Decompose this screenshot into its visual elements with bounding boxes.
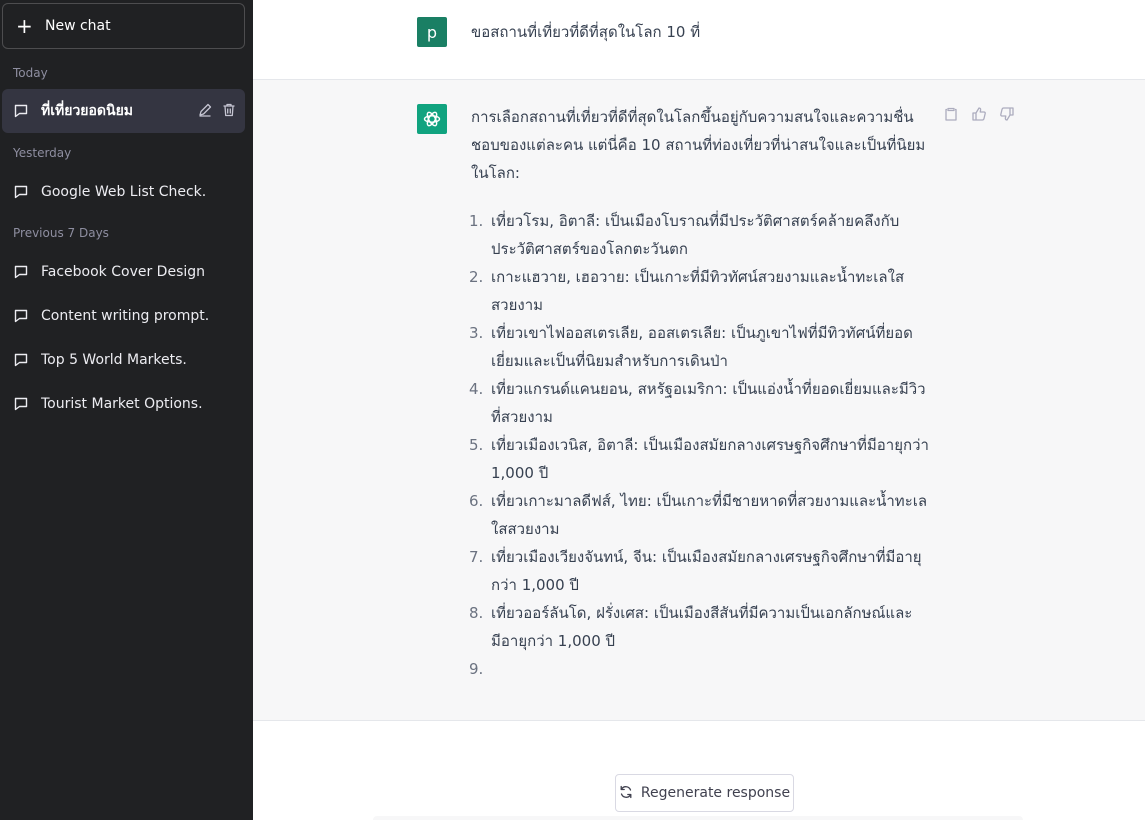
clipboard-icon[interactable]	[943, 106, 959, 122]
list-number: 6.	[469, 492, 484, 510]
message-actions	[943, 106, 1015, 122]
assistant-message-row: การเลือกสถานที่เที่ยวที่ดีที่สุดในโลกขึ้…	[253, 80, 1145, 721]
list-number: 5.	[469, 436, 484, 454]
chat-bubble-icon	[13, 103, 29, 119]
list-item: 7. เที่ยวเมืองเวียงจันทน์, จีน: เป็นเมือง…	[469, 543, 931, 599]
list-number: 9.	[469, 660, 484, 678]
user-avatar: p	[417, 17, 447, 47]
conversation-title: Facebook Cover Design	[41, 264, 206, 280]
list-item: 4. เที่ยวแกรนด์แคนยอน, สหรัฐอเมริกา: เป็น…	[469, 375, 931, 431]
section-label-today: Today	[13, 66, 48, 80]
section-label-previous-7-days: Previous 7 Days	[13, 226, 109, 240]
chat-main: p ขอสถานที่เที่ยวที่ดีที่สุดในโลก 10 ที่…	[253, 0, 1145, 820]
list-item: 1. เที่ยวโรม, อิตาลี: เป็นเมืองโบราณที่มี…	[469, 207, 931, 263]
refresh-icon	[619, 784, 633, 803]
list-item: 3. เที่ยวเขาไฟออสเตรเลีย, ออสเตรเลีย: เป็…	[469, 319, 931, 375]
thumbs-up-icon[interactable]	[971, 106, 987, 122]
sidebar: + New chat Today ที่เที่ยวยอดนิยม Yester…	[0, 0, 253, 820]
list-number: 7.	[469, 548, 484, 566]
list-item: 9.	[469, 655, 931, 683]
plus-icon: +	[16, 14, 33, 38]
pencil-icon[interactable]	[197, 102, 213, 118]
new-chat-label: New chat	[45, 18, 111, 34]
conversation-title: Google Web List Check.	[41, 184, 207, 200]
sidebar-conversation-active[interactable]: ที่เที่ยวยอดนิยม	[2, 89, 245, 133]
section-label-yesterday: Yesterday	[13, 146, 72, 160]
chat-bubble-icon	[13, 352, 29, 368]
conversation-title: ที่เที่ยวยอดนิยม	[41, 103, 134, 119]
list-number: 1.	[469, 212, 484, 230]
list-text: เที่ยวโรม, อิตาลี: เป็นเมืองโบราณที่มีปร…	[491, 212, 900, 258]
sidebar-conversation[interactable]: Top 5 World Markets.	[2, 338, 245, 382]
list-number: 8.	[469, 604, 484, 622]
destination-list: 1. เที่ยวโรม, อิตาลี: เป็นเมืองโบราณที่มี…	[469, 207, 931, 683]
sidebar-conversation[interactable]: Tourist Market Options.	[2, 382, 245, 426]
list-item: 8. เที่ยวออร์ลันโด, ฝรั่งเศส: เป็นเมืองสี…	[469, 599, 931, 655]
conversation-title: Top 5 World Markets.	[41, 352, 187, 368]
list-text: เที่ยวเมืองเวียงจันทน์, จีน: เป็นเมืองสม…	[491, 548, 922, 594]
list-text: เที่ยวแกรนด์แคนยอน, สหรัฐอเมริกา: เป็นแอ…	[491, 380, 926, 426]
list-number: 4.	[469, 380, 484, 398]
user-message-row: p ขอสถานที่เที่ยวที่ดีที่สุดในโลก 10 ที่	[253, 0, 1145, 80]
list-number: 2.	[469, 268, 484, 286]
thumbs-down-icon[interactable]	[999, 106, 1015, 122]
chat-bubble-icon	[13, 184, 29, 200]
message-input-edge	[373, 816, 1023, 820]
assistant-message: การเลือกสถานที่เที่ยวที่ดีที่สุดในโลกขึ้…	[469, 103, 931, 683]
list-text: เที่ยวเขาไฟออสเตรเลีย, ออสเตรเลีย: เป็นภ…	[491, 324, 913, 370]
list-item: 2. เกาะแฮวาย, เฮอวาย: เป็นเกาะที่มีทิวทัศ…	[469, 263, 931, 319]
chat-bubble-icon	[13, 264, 29, 280]
assistant-intro: การเลือกสถานที่เที่ยวที่ดีที่สุดในโลกขึ้…	[471, 108, 926, 182]
sidebar-conversation[interactable]: Content writing prompt.	[2, 294, 245, 338]
openai-logo-icon	[417, 104, 447, 134]
regenerate-label: Regenerate response	[640, 785, 791, 801]
list-text: เที่ยวเกาะมาลดีฟส์, ไทย: เป็นเกาะที่มีชา…	[491, 492, 928, 538]
chat-bubble-icon	[13, 396, 29, 412]
sidebar-conversation[interactable]: Facebook Cover Design	[2, 250, 245, 294]
conversation-title: Tourist Market Options.	[41, 396, 203, 412]
list-item: 5. เที่ยวเมืองเวนิส, อิตาลี: เป็นเมืองสมั…	[469, 431, 931, 487]
list-number: 3.	[469, 324, 484, 342]
trash-icon[interactable]	[221, 102, 237, 118]
regenerate-button[interactable]: Regenerate response	[615, 774, 794, 812]
new-chat-button[interactable]: + New chat	[2, 3, 245, 49]
list-text: เที่ยวออร์ลันโด, ฝรั่งเศส: เป็นเมืองสีสั…	[491, 604, 913, 650]
list-item: 6. เที่ยวเกาะมาลดีฟส์, ไทย: เป็นเกาะที่มี…	[469, 487, 931, 543]
list-text: เกาะแฮวาย, เฮอวาย: เป็นเกาะที่มีทิวทัศน์…	[491, 268, 905, 314]
conversation-title: Content writing prompt.	[41, 308, 210, 324]
user-message: ขอสถานที่เที่ยวที่ดีที่สุดในโลก 10 ที่	[471, 23, 701, 41]
chat-bubble-icon	[13, 308, 29, 324]
list-text: เที่ยวเมืองเวนิส, อิตาลี: เป็นเมืองสมัยก…	[491, 436, 929, 482]
sidebar-conversation[interactable]: Google Web List Check.	[2, 170, 245, 214]
